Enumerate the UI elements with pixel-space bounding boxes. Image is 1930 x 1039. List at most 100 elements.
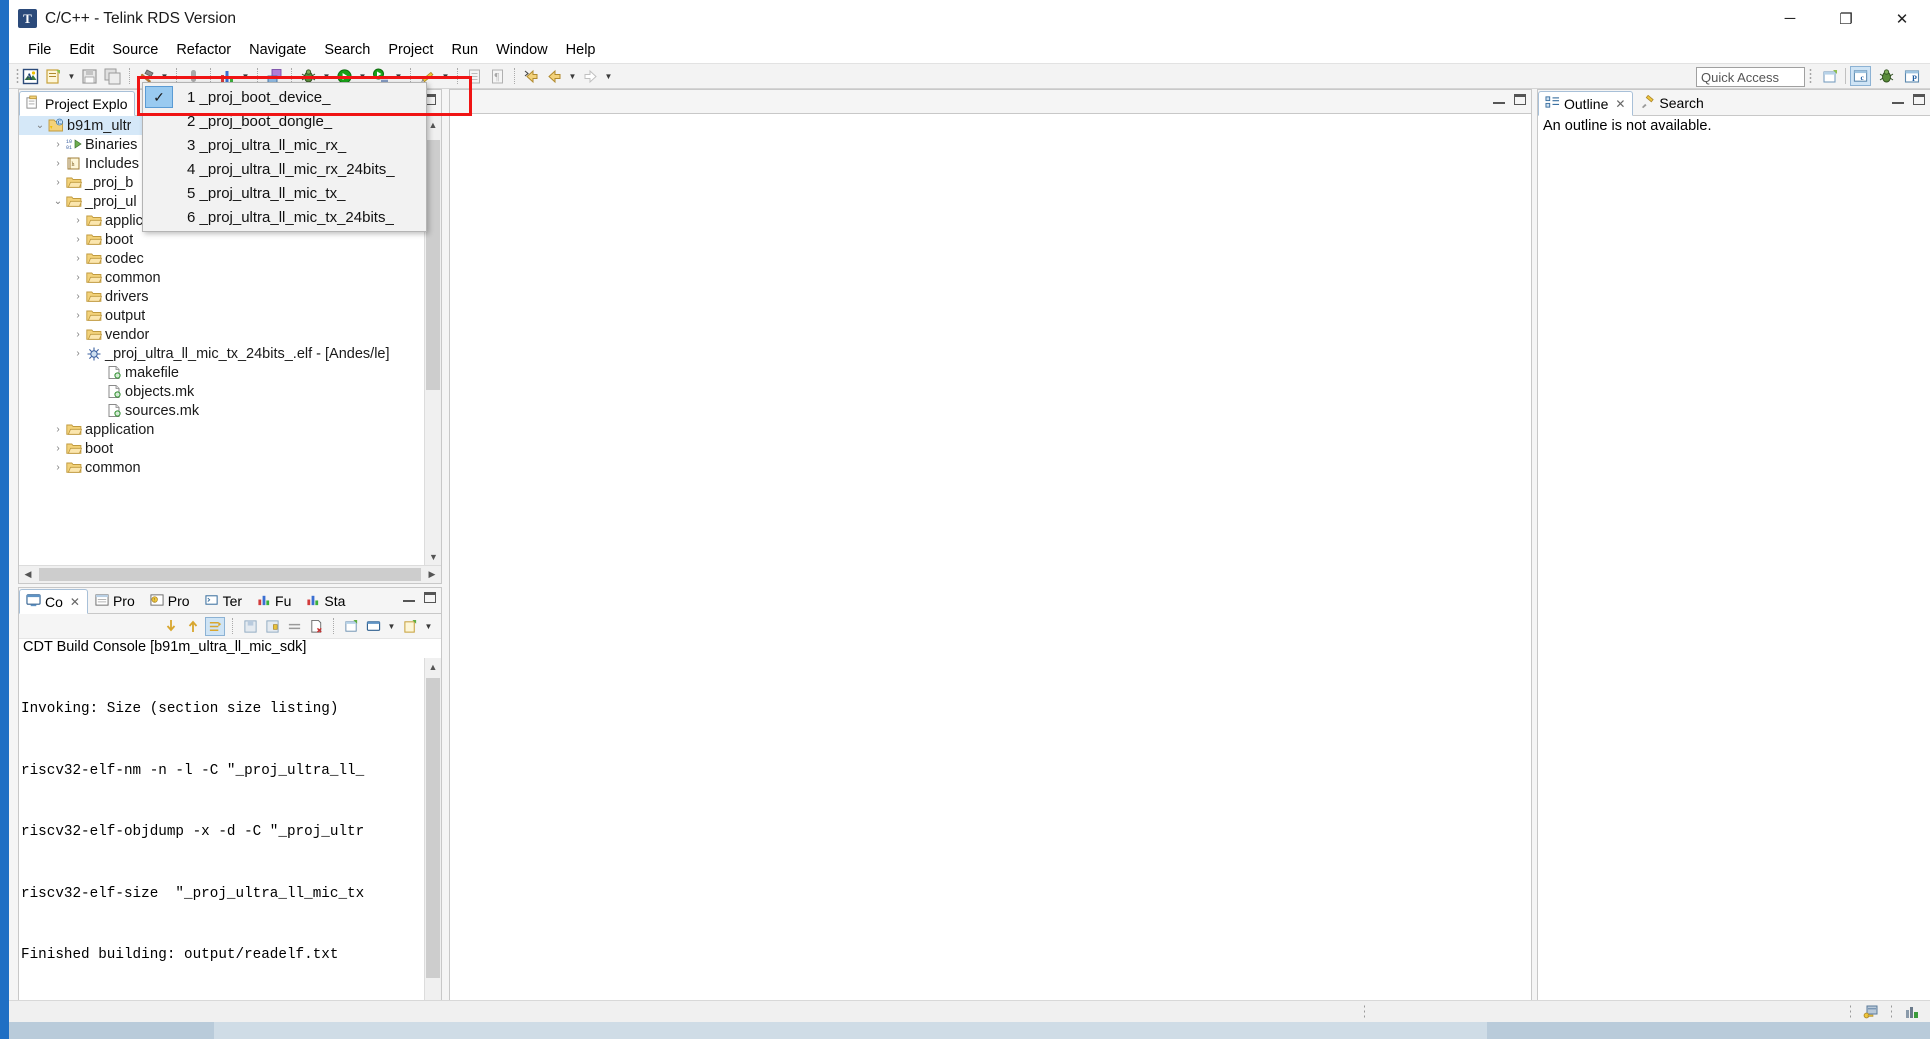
last-edit-location-icon[interactable] [521,66,542,86]
chevron-right-icon[interactable]: › [71,310,85,321]
maximize-view-icon[interactable] [1514,94,1526,105]
project-tree-hscrollbar[interactable]: ◀ ▶ [19,565,441,583]
menu-item-proj-ultra-ll-mic-tx[interactable]: 5 _proj_ultra_ll_mic_tx_ [143,181,426,205]
tree-item-objects-mk[interactable]: objects.mk [19,382,441,401]
minimize-view-icon[interactable] [1493,96,1505,104]
menu-project[interactable]: Project [379,39,442,61]
highlight-dropdown-icon[interactable]: ▼ [439,66,452,86]
chevron-right-icon[interactable]: › [71,329,85,340]
tab-statistics[interactable]: Sta [299,588,354,613]
menu-edit[interactable]: Edit [60,39,103,61]
quick-access-input[interactable]: Quick Access [1696,67,1805,87]
new-perspective-icon[interactable] [1820,66,1841,86]
planning-perspective-icon[interactable]: P [1902,66,1923,86]
menu-window[interactable]: Window [487,39,557,61]
close-icon[interactable]: ✕ [1615,97,1625,111]
pin-console-icon[interactable] [341,617,361,636]
minimize-view-icon[interactable] [1892,96,1904,104]
tab-outline[interactable]: Outline ✕ [1538,91,1634,116]
debug-perspective-icon[interactable] [1876,66,1897,86]
new-wizard-dropdown-icon[interactable]: ▼ [65,66,78,86]
menu-item-proj-ultra-ll-mic-rx[interactable]: 3 _proj_ultra_ll_mic_rx_ [143,133,426,157]
console-vscrollbar[interactable]: ▲ ▼ [424,658,441,1039]
display-console-icon[interactable] [363,617,383,636]
tab-functions[interactable]: Fu [250,588,300,613]
vscroll-thumb[interactable] [426,678,440,978]
menu-source[interactable]: Source [103,39,167,61]
tree-item-common-root[interactable]: › common [19,458,441,477]
perspective-grip[interactable] [1809,68,1812,84]
forward-dropdown-icon[interactable]: ▼ [602,66,615,86]
tab-terminal[interactable]: Ter [197,588,251,613]
chevron-right-icon[interactable]: › [51,139,65,150]
build-status-icon[interactable] [1902,1002,1922,1021]
menu-item-proj-ultra-ll-mic-tx-24bits[interactable]: 6 _proj_ultra_ll_mic_tx_24bits_ [143,205,426,229]
chevron-right-icon[interactable]: › [51,462,65,473]
scroll-up-arrow-icon[interactable]: ▲ [425,658,441,675]
scroll-right-arrow-icon[interactable]: ▶ [423,566,441,583]
chevron-down-icon[interactable]: ⌄ [51,196,65,207]
menu-file[interactable]: File [19,39,60,61]
open-console-dropdown-icon[interactable]: ▼ [422,616,435,636]
close-icon[interactable]: ✕ [70,595,80,609]
menu-refactor[interactable]: Refactor [167,39,240,61]
chevron-right-icon[interactable]: › [51,177,65,188]
minimize-button[interactable]: ─ [1762,0,1818,37]
console-output[interactable]: Invoking: Size (section size listing) ri… [21,658,423,1039]
chevron-right-icon[interactable]: › [71,215,85,226]
menu-navigate[interactable]: Navigate [240,39,315,61]
tree-item-codec[interactable]: › codec [19,249,441,268]
menu-item-proj-boot-dongle[interactable]: 2 _proj_boot_dongle_ [143,109,426,133]
chevron-right-icon[interactable]: › [71,253,85,264]
save-all-icon[interactable] [102,66,123,86]
tree-item-boot-root[interactable]: › boot [19,439,441,458]
scroll-up-icon[interactable] [183,617,203,636]
scroll-up-arrow-icon[interactable]: ▲ [425,116,441,133]
editor-area[interactable] [449,89,1532,1039]
launch-configuration-menu[interactable]: ✓ 1 _proj_boot_device_ 2 _proj_boot_dong… [142,82,427,232]
chevron-right-icon[interactable]: › [71,272,85,283]
tree-item-makefile[interactable]: makefile [19,363,441,382]
back-dropdown-icon[interactable]: ▼ [566,66,579,86]
back-icon[interactable] [544,66,565,86]
maximize-view-icon[interactable] [424,592,436,603]
hscroll-thumb[interactable] [39,568,421,581]
menu-help[interactable]: Help [557,39,605,61]
chevron-right-icon[interactable]: › [71,291,85,302]
vscroll-thumb[interactable] [426,140,440,390]
maximize-button[interactable]: ❐ [1818,0,1874,37]
tab-problems[interactable]: Pro [87,588,143,613]
chevron-right-icon[interactable]: › [71,234,85,245]
save-icon[interactable] [79,66,100,86]
tree-item-sources-mk[interactable]: sources.mk [19,401,441,420]
new-c-cpp-project-icon[interactable]: A [20,66,41,86]
tree-item-common[interactable]: › common [19,268,441,287]
tab-console[interactable]: Co ✕ [19,589,88,614]
close-button[interactable]: ✕ [1874,0,1930,37]
c-cpp-perspective-icon[interactable]: c [1850,66,1871,86]
menu-item-proj-boot-device[interactable]: ✓ 1 _proj_boot_device_ [143,85,426,109]
chevron-right-icon[interactable]: › [71,348,85,359]
scroll-down-icon[interactable] [161,617,181,636]
menu-run[interactable]: Run [442,39,487,61]
chevron-right-icon[interactable]: › [51,158,65,169]
menu-item-proj-ultra-ll-mic-rx-24bits[interactable]: 4 _proj_ultra_ll_mic_rx_24bits_ [143,157,426,181]
tab-project-explorer[interactable]: Project Explo [19,91,136,116]
tab-progress[interactable]: ! Pro [142,588,198,613]
tree-item-application-root[interactable]: › application [19,420,441,439]
scroll-lock-icon[interactable] [205,616,225,636]
chevron-down-icon[interactable]: ⌄ [33,120,47,131]
chevron-right-icon[interactable]: › [51,424,65,435]
tree-item-elf-binary[interactable]: › _proj_ultra_ll_mic_tx_24bits_.elf - [A… [19,344,441,363]
scroll-down-arrow-icon[interactable]: ▼ [425,548,442,565]
tab-search[interactable]: Search [1633,90,1712,115]
scroll-left-arrow-icon[interactable]: ◀ [19,566,37,583]
display-console-dropdown-icon[interactable]: ▼ [385,616,398,636]
open-console-icon[interactable] [400,617,420,636]
tree-item-output[interactable]: › output [19,306,441,325]
new-wizard-icon[interactable] [43,66,64,86]
chevron-right-icon[interactable]: › [51,443,65,454]
minimize-view-icon[interactable] [403,594,415,602]
tree-item-drivers[interactable]: › drivers [19,287,441,306]
tree-item-vendor[interactable]: › vendor [19,325,441,344]
